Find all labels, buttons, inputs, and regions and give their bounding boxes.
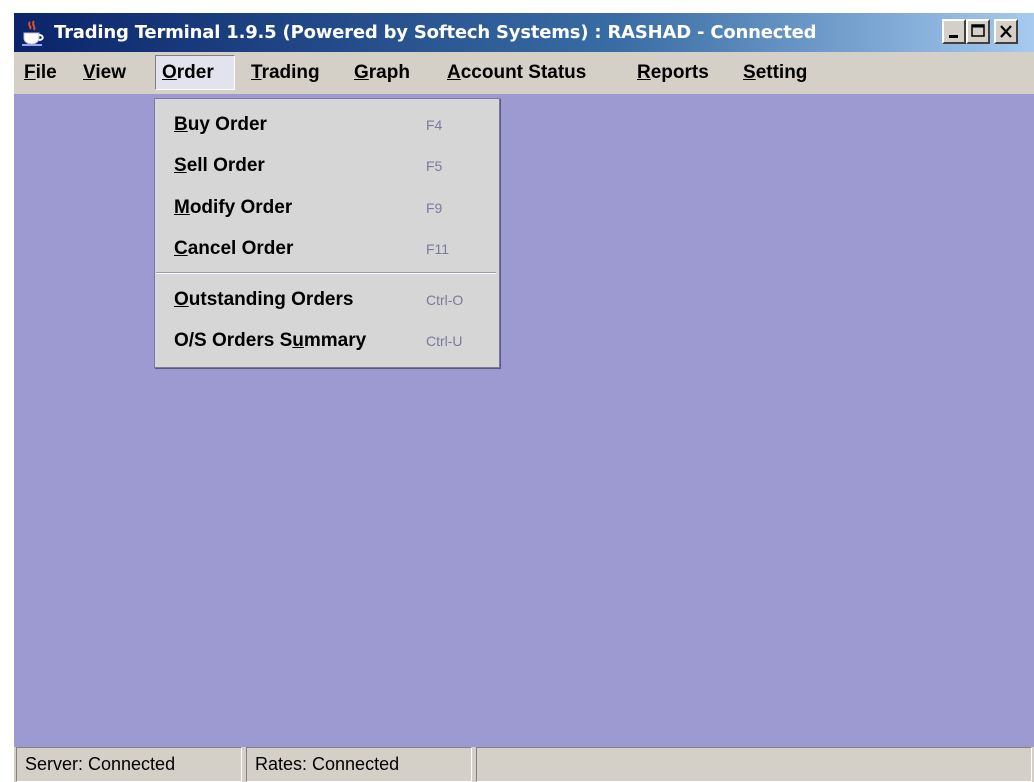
- menu-account-status[interactable]: Account Status: [441, 52, 592, 94]
- menu-item-mnemonic: u: [292, 330, 304, 351]
- menu-item-label-post: ell Order: [186, 155, 265, 176]
- maximize-icon: [971, 24, 985, 37]
- menu-bar: File View Order Trading Graph Account St…: [14, 52, 1034, 94]
- maximize-button[interactable]: [966, 19, 990, 44]
- menu-trading-mnemonic: T: [251, 62, 262, 83]
- menu-item-label-post: uy Order: [187, 114, 267, 135]
- menu-item-sell-order[interactable]: Sell Order F5: [155, 146, 497, 186]
- menu-order-label: rder: [176, 62, 214, 83]
- menu-item-label-post: utstanding Orders: [188, 289, 354, 310]
- menu-item-os-orders-summary[interactable]: O/S Orders Summary Ctrl-U: [155, 321, 497, 361]
- menu-setting-label: etting: [755, 62, 808, 83]
- menu-item-cancel-order[interactable]: Cancel Order F11: [155, 229, 497, 269]
- menu-file-mnemonic: F: [24, 62, 36, 83]
- java-cup-icon[interactable]: [20, 20, 46, 46]
- close-icon: [1000, 25, 1012, 38]
- menu-item-outstanding-orders[interactable]: Outstanding Orders Ctrl-O: [155, 280, 497, 320]
- menu-separator: [156, 272, 496, 274]
- menu-item-mnemonic: C: [174, 238, 188, 259]
- menu-file[interactable]: File: [18, 52, 63, 94]
- menu-order[interactable]: Order: [155, 55, 235, 90]
- menu-view[interactable]: View: [77, 52, 132, 94]
- menu-item-modify-order[interactable]: Modify Order F9: [155, 188, 497, 228]
- menu-item-label: Buy Order: [174, 105, 267, 145]
- menu-item-shortcut: F4: [426, 117, 443, 133]
- menu-account-status-mnemonic: A: [447, 62, 461, 83]
- menu-item-shortcut: F5: [426, 158, 443, 174]
- menu-trading-label: rading: [261, 62, 320, 83]
- message-status-panel: [476, 747, 1032, 782]
- menu-item-mnemonic: M: [174, 197, 190, 218]
- minimize-icon: [949, 35, 958, 38]
- menu-account-status-label: ccount Status: [460, 62, 587, 83]
- order-dropdown-menu: Buy Order F4 Sell Order F5 Modify Order …: [154, 98, 500, 368]
- server-status-panel: Server: Connected: [16, 747, 242, 782]
- title-bar[interactable]: Trading Terminal 1.9.5 (Powered by Softe…: [14, 13, 1034, 52]
- menu-item-mnemonic: B: [174, 114, 188, 135]
- menu-view-mnemonic: V: [83, 62, 96, 83]
- menu-graph[interactable]: Graph: [348, 52, 416, 94]
- window-title: Trading Terminal 1.9.5 (Powered by Softe…: [54, 22, 817, 43]
- menu-item-label-pre: O/S Orders S: [174, 330, 293, 351]
- minimize-button[interactable]: [942, 19, 966, 44]
- menu-order-mnemonic: O: [162, 62, 177, 83]
- menu-graph-label: raph: [368, 62, 410, 83]
- menu-item-shortcut: F9: [426, 200, 443, 216]
- menu-item-label-post: ancel Order: [187, 238, 294, 259]
- menu-item-shortcut: Ctrl-O: [426, 292, 464, 308]
- menu-file-label: ile: [35, 62, 57, 83]
- menu-item-label: O/S Orders Summary: [174, 321, 366, 361]
- menu-reports[interactable]: Reports: [631, 52, 715, 94]
- menu-item-label-post: mmary: [303, 330, 367, 351]
- menu-reports-mnemonic: R: [637, 62, 651, 83]
- menu-item-label-post: odify Order: [189, 197, 293, 218]
- menu-item-label: Outstanding Orders: [174, 280, 353, 320]
- status-bar: Server: Connected Rates: Connected: [14, 747, 1034, 782]
- menu-graph-mnemonic: G: [354, 62, 369, 83]
- menu-item-shortcut: Ctrl-U: [426, 333, 463, 349]
- menu-trading[interactable]: Trading: [245, 52, 326, 94]
- menu-item-label: Modify Order: [174, 188, 292, 228]
- menu-setting-mnemonic: S: [743, 62, 756, 83]
- app-window: Trading Terminal 1.9.5 (Powered by Softe…: [14, 13, 1034, 782]
- menu-item-shortcut: F11: [426, 241, 450, 257]
- menu-item-label: Sell Order: [174, 146, 265, 186]
- menu-setting[interactable]: Setting: [737, 52, 813, 94]
- menu-view-label: iew: [95, 62, 126, 83]
- close-button[interactable]: [994, 19, 1018, 44]
- menu-reports-label: eports: [650, 62, 709, 83]
- menu-item-mnemonic: O: [174, 289, 189, 310]
- menu-item-label: Cancel Order: [174, 229, 293, 269]
- menu-item-buy-order[interactable]: Buy Order F4: [155, 105, 497, 145]
- rates-status-panel: Rates: Connected: [246, 747, 472, 782]
- menu-item-mnemonic: S: [174, 155, 187, 176]
